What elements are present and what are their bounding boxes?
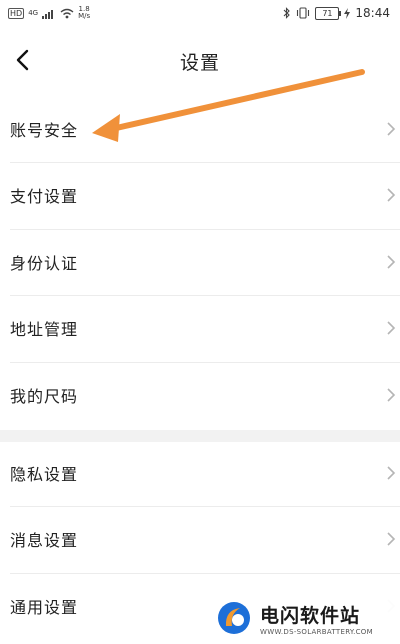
network-speed: 1.8 M/s xyxy=(78,6,90,20)
watermark-url: WWW.DS-SOLARBATTERY.COM xyxy=(260,627,373,636)
chevron-right-icon xyxy=(386,465,400,481)
bluetooth-icon xyxy=(284,7,291,19)
network-type: 4G xyxy=(28,8,39,17)
settings-screen: HD 4G 1.8 M/s 71 18:44 设置 账号安全 支付设置 身份认证… xyxy=(0,0,400,644)
settings-item-notifications[interactable]: 消息设置 xyxy=(0,506,400,572)
watermark-brand: 电闪软件站 xyxy=(260,604,361,627)
settings-item-label: 账号安全 xyxy=(10,121,79,140)
sim-badge: HD xyxy=(8,7,25,19)
watermark: 电闪软件站 WWW.DS-SOLARBATTERY.COM xyxy=(200,592,400,644)
settings-item-identity[interactable]: 身份认证 xyxy=(0,229,400,295)
speed-unit: M/s xyxy=(78,12,91,20)
wifi-icon xyxy=(60,8,74,18)
watermark-text: 电闪软件站 WWW.DS-SOLARBATTERY.COM xyxy=(260,601,373,636)
settings-item-label: 我的尺码 xyxy=(10,387,79,406)
page-title: 设置 xyxy=(179,52,220,74)
chevron-right-icon xyxy=(386,187,400,203)
status-right: 71 18:44 xyxy=(283,6,400,20)
settings-item-account-security[interactable]: 账号安全 xyxy=(0,96,400,162)
settings-item-size[interactable]: 我的尺码 xyxy=(0,362,400,428)
settings-item-label: 支付设置 xyxy=(10,187,79,206)
charging-icon xyxy=(344,7,351,19)
status-left: HD 4G 1.8 M/s xyxy=(0,6,90,20)
settings-item-label: 消息设置 xyxy=(10,531,79,550)
settings-item-address[interactable]: 地址管理 xyxy=(0,295,400,361)
chevron-right-icon xyxy=(386,531,400,547)
chevron-right-icon xyxy=(386,387,400,403)
settings-item-label: 身份认证 xyxy=(10,254,79,273)
settings-item-payment[interactable]: 支付设置 xyxy=(0,162,400,228)
vibrate-icon xyxy=(297,7,310,19)
title-bar: 设置 xyxy=(0,38,400,82)
status-bar: HD 4G 1.8 M/s 71 18:44 xyxy=(0,0,400,26)
settings-item-label: 隐私设置 xyxy=(10,465,79,484)
clock: 18:44 xyxy=(355,6,390,20)
chevron-right-icon xyxy=(386,254,400,270)
settings-item-label: 地址管理 xyxy=(10,320,79,339)
settings-item-privacy[interactable]: 隐私设置 xyxy=(0,440,400,506)
brand-logo-icon xyxy=(218,602,250,634)
settings-item-label: 通用设置 xyxy=(10,598,79,617)
signal-icon xyxy=(42,9,54,19)
battery-icon: 71 xyxy=(315,6,342,20)
chevron-right-icon xyxy=(386,121,400,137)
chevron-right-icon xyxy=(386,320,400,336)
